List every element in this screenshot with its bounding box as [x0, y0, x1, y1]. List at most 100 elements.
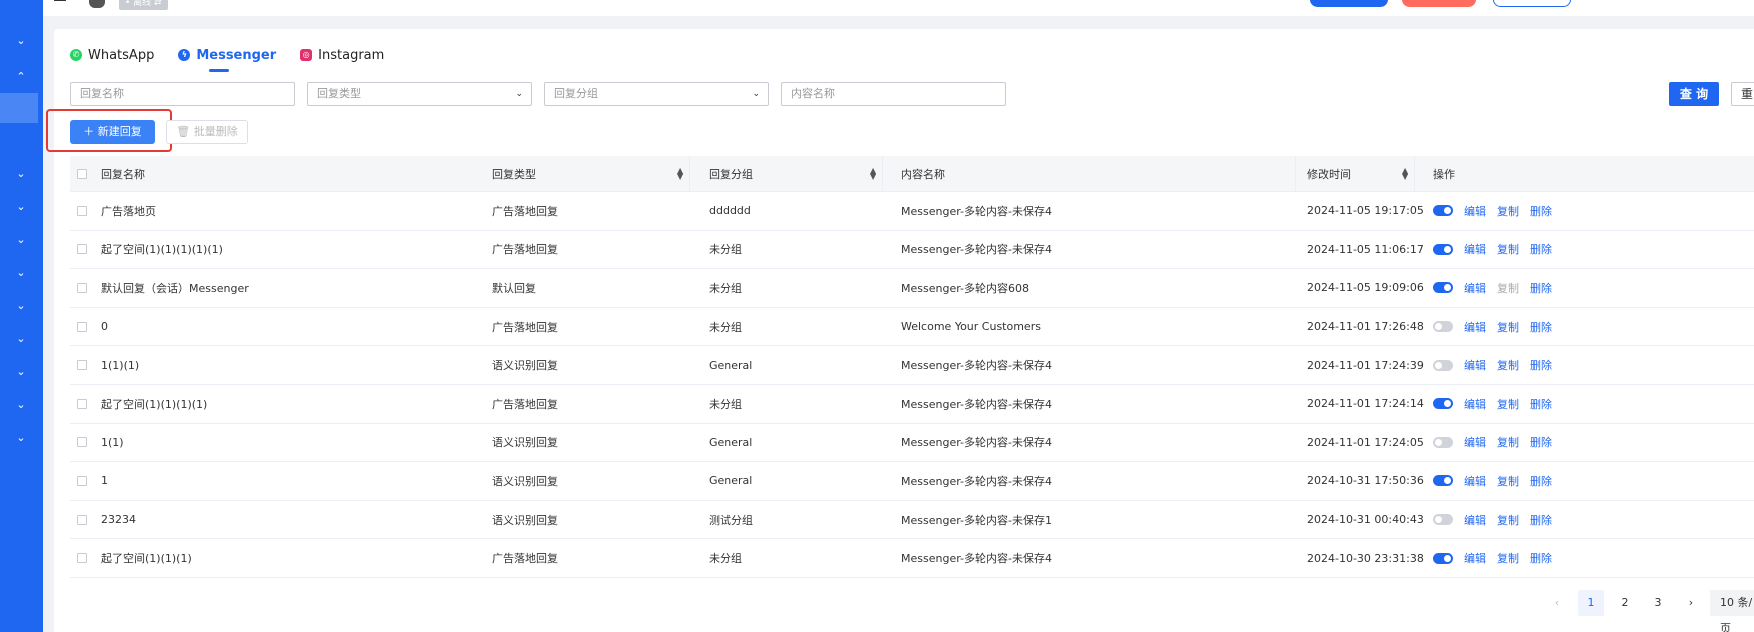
edit-link[interactable]: 编辑: [1464, 319, 1486, 335]
edit-link[interactable]: 编辑: [1464, 512, 1486, 528]
enable-toggle[interactable]: [1433, 359, 1453, 371]
enable-toggle[interactable]: [1433, 475, 1453, 487]
enable-toggle[interactable]: [1433, 514, 1453, 526]
chevron-down-icon[interactable]: ⌄: [14, 299, 28, 313]
chevron-down-icon[interactable]: ⌄: [14, 233, 28, 247]
top-action-button[interactable]: [1493, 0, 1571, 7]
row-checkbox[interactable]: [77, 244, 87, 255]
header-modified-time[interactable]: 修改时间: [1307, 156, 1351, 191]
copy-link[interactable]: 复制: [1497, 473, 1519, 489]
enable-toggle[interactable]: [1433, 321, 1453, 333]
top-action-button[interactable]: [1402, 0, 1476, 7]
tab-instagram[interactable]: ◎ Instagram: [300, 44, 384, 66]
row-checkbox[interactable]: [77, 321, 87, 332]
content-name-cell: Messenger-多轮内容-未保存1: [901, 513, 1052, 527]
enable-toggle[interactable]: [1433, 436, 1453, 448]
copy-link[interactable]: 复制: [1497, 434, 1519, 450]
row-checkbox[interactable]: [77, 360, 87, 371]
page-button[interactable]: 1: [1578, 590, 1604, 616]
delete-link[interactable]: 删除: [1530, 280, 1552, 296]
tab-whatsapp[interactable]: ✆ WhatsApp: [70, 44, 154, 66]
sidebar: ⌄ ⌃ ⌄ ⌄ ⌄ ⌄ ⌄ ⌄ ⌄ ⌄ ⌄: [0, 0, 43, 632]
chevron-down-icon[interactable]: ⌄: [14, 200, 28, 214]
delete-link[interactable]: 删除: [1530, 550, 1552, 566]
sort-icon[interactable]: ▲ ▼: [870, 166, 876, 180]
copy-link[interactable]: 复制: [1497, 396, 1519, 412]
page-button[interactable]: 2: [1612, 590, 1638, 616]
row-checkbox[interactable]: [77, 437, 87, 448]
sort-icon[interactable]: ▲ ▼: [1402, 166, 1408, 180]
page-size-select[interactable]: 10 条/页: [1710, 590, 1754, 632]
chevron-down-icon[interactable]: ⌄: [14, 167, 28, 181]
delete-link[interactable]: 删除: [1530, 396, 1552, 412]
delete-link[interactable]: 删除: [1530, 241, 1552, 257]
reset-button[interactable]: 重: [1731, 82, 1754, 106]
delete-link[interactable]: 删除: [1530, 512, 1552, 528]
row-checkbox[interactable]: [77, 475, 87, 486]
sidebar-active-item[interactable]: [0, 93, 38, 123]
copy-link[interactable]: 复制: [1497, 512, 1519, 528]
copy-link[interactable]: 复制: [1497, 319, 1519, 335]
header-reply-group[interactable]: 回复分组: [709, 156, 753, 191]
new-reply-button[interactable]: ＋ 新建回复: [70, 120, 155, 144]
enable-toggle[interactable]: [1433, 398, 1453, 410]
reply-type-cell: 语义识别回复: [492, 359, 558, 373]
chevron-down-icon[interactable]: ⌄: [14, 266, 28, 280]
page-button[interactable]: 3: [1645, 590, 1671, 616]
content-name-input[interactable]: 内容名称: [781, 82, 1006, 106]
content-name-cell: Messenger-多轮内容-未保存4: [901, 474, 1052, 488]
row-checkbox[interactable]: [77, 205, 87, 216]
copy-link[interactable]: 复制: [1497, 357, 1519, 373]
delete-link[interactable]: 删除: [1530, 319, 1552, 335]
row-checkbox[interactable]: [77, 553, 87, 564]
edit-link[interactable]: 编辑: [1464, 241, 1486, 257]
edit-link[interactable]: 编辑: [1464, 396, 1486, 412]
reply-name-cell: 1: [101, 474, 108, 488]
delete-link[interactable]: 删除: [1530, 203, 1552, 219]
chevron-down-icon[interactable]: ⌄: [14, 398, 28, 412]
copy-link[interactable]: 复制: [1497, 280, 1519, 296]
query-button[interactable]: 查 询: [1669, 82, 1719, 106]
menu-icon[interactable]: [54, 0, 66, 1]
delete-link[interactable]: 删除: [1530, 357, 1552, 373]
reply-name-cell: 23234: [101, 513, 136, 527]
prev-page-button[interactable]: ‹: [1544, 590, 1570, 616]
edit-link[interactable]: 编辑: [1464, 357, 1486, 373]
edit-link[interactable]: 编辑: [1464, 473, 1486, 489]
sort-icon[interactable]: ▲ ▼: [677, 166, 683, 180]
reply-name-input[interactable]: 回复名称: [70, 82, 295, 106]
modified-time-cell: 2024-11-05 11:06:17: [1307, 242, 1424, 256]
copy-link[interactable]: 复制: [1497, 550, 1519, 566]
batch-delete-button[interactable]: 🗑 批量删除: [166, 120, 248, 144]
copy-link[interactable]: 复制: [1497, 241, 1519, 257]
row-checkbox[interactable]: [77, 398, 87, 409]
edit-link[interactable]: 编辑: [1464, 550, 1486, 566]
reply-group-cell: dddddd: [709, 204, 751, 218]
enable-toggle[interactable]: [1433, 552, 1453, 564]
top-action-button[interactable]: [1310, 0, 1388, 7]
chevron-down-icon[interactable]: ⌄: [14, 332, 28, 346]
chevron-down-icon[interactable]: ⌄: [14, 365, 28, 379]
chevron-down-icon[interactable]: ⌄: [14, 431, 28, 445]
enable-toggle[interactable]: [1433, 243, 1453, 255]
placeholder: 回复分组: [554, 87, 598, 100]
row-checkbox[interactable]: [77, 282, 87, 293]
header-reply-type[interactable]: 回复类型: [492, 156, 536, 191]
edit-link[interactable]: 编辑: [1464, 434, 1486, 450]
edit-link[interactable]: 编辑: [1464, 280, 1486, 296]
chevron-down-icon[interactable]: ⌄: [14, 34, 28, 48]
tab-messenger[interactable]: ϟ Messenger: [178, 44, 276, 72]
reply-group-select[interactable]: 回复分组 ⌄: [544, 82, 769, 106]
edit-link[interactable]: 编辑: [1464, 203, 1486, 219]
next-page-button[interactable]: ›: [1678, 590, 1704, 616]
select-all-checkbox[interactable]: [77, 168, 87, 179]
enable-toggle[interactable]: [1433, 282, 1453, 294]
enable-toggle[interactable]: [1433, 205, 1453, 217]
delete-link[interactable]: 删除: [1530, 434, 1552, 450]
copy-link[interactable]: 复制: [1497, 203, 1519, 219]
chevron-up-icon[interactable]: ⌃: [14, 70, 28, 84]
delete-link[interactable]: 删除: [1530, 473, 1552, 489]
avatar[interactable]: [89, 0, 105, 8]
reply-type-select[interactable]: 回复类型 ⌄: [307, 82, 532, 106]
row-checkbox[interactable]: [77, 514, 87, 525]
